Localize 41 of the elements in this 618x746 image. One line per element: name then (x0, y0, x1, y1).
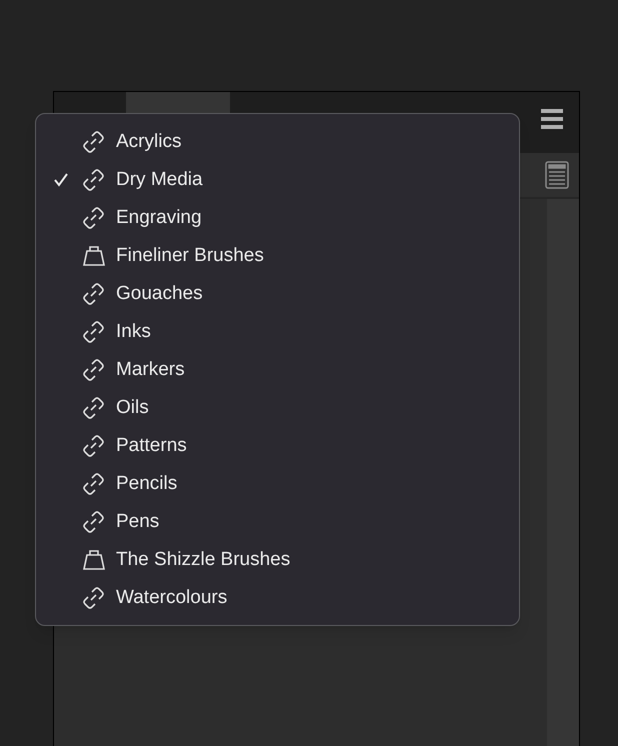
menu-item[interactable]: Watercolours (36, 579, 519, 617)
menu-item[interactable]: Engraving (36, 199, 519, 237)
menu-item-label: Inks (116, 320, 151, 344)
link-icon (81, 357, 107, 383)
menu-item[interactable]: Fineliner Brushes (36, 237, 519, 275)
document-icon[interactable] (545, 161, 569, 189)
menu-icon[interactable] (541, 109, 563, 129)
link-icon (81, 585, 107, 611)
menu-item-label: Markers (116, 358, 185, 382)
menu-item[interactable]: Acrylics (36, 123, 519, 161)
menu-item-label: Engraving (116, 206, 202, 230)
menu-item-label: Pencils (116, 472, 178, 496)
menu-item[interactable]: Dry Media (36, 161, 519, 199)
bucket-icon (81, 243, 107, 269)
menu-item[interactable]: Pens (36, 503, 519, 541)
link-icon (81, 395, 107, 421)
link-icon (81, 167, 107, 193)
link-icon (81, 319, 107, 345)
menu-item[interactable]: Patterns (36, 427, 519, 465)
menu-item-label: Acrylics (116, 130, 182, 154)
menu-item[interactable]: Oils (36, 389, 519, 427)
link-icon (81, 471, 107, 497)
link-icon (81, 129, 107, 155)
link-icon (81, 509, 107, 535)
menu-item-label: The Shizzle Brushes (116, 548, 290, 572)
menu-item[interactable]: Pencils (36, 465, 519, 503)
menu-item-label: Oils (116, 396, 149, 420)
menu-item-label: Gouaches (116, 282, 203, 306)
menu-item-label: Fineliner Brushes (116, 244, 264, 268)
menu-item-label: Dry Media (116, 168, 203, 192)
link-icon (81, 281, 107, 307)
menu-item[interactable]: The Shizzle Brushes (36, 541, 519, 579)
menu-item[interactable]: Inks (36, 313, 519, 351)
menu-item-label: Pens (116, 510, 160, 534)
link-icon (81, 433, 107, 459)
menu-item[interactable]: Gouaches (36, 275, 519, 313)
menu-item[interactable]: Markers (36, 351, 519, 389)
bucket-icon (81, 547, 107, 573)
link-icon (81, 205, 107, 231)
menu-item-label: Watercolours (116, 586, 228, 610)
menu-item-label: Patterns (116, 434, 187, 458)
